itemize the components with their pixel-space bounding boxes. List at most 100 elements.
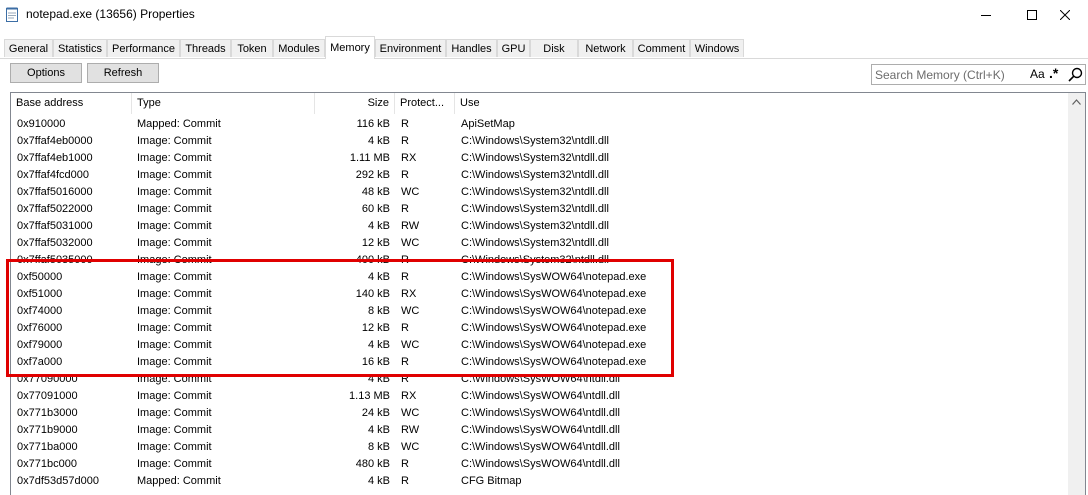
- table-row[interactable]: 0xf74000 Image: Commit 8 kB WC C:\Windows\Sy…: [11, 303, 1071, 320]
- type-cell: Image: Commit: [137, 152, 212, 164]
- table-row[interactable]: 0xf79000 Image: Commit 4 kB WC C:\Windows\Sy…: [11, 337, 1071, 354]
- tab-windows[interactable]: Windows: [690, 39, 744, 57]
- title-bar: notepad.exe (13656) Properties: [0, 0, 1088, 30]
- base-address-cell: 0x7ffaf4eb1000: [17, 152, 93, 164]
- tab-handles[interactable]: Handles: [446, 39, 497, 57]
- minimize-button[interactable]: [963, 0, 1009, 30]
- use-cell: C:\Windows\SysWOW64\ntdll.dll: [461, 424, 620, 436]
- protection-cell: RW: [401, 220, 420, 232]
- use-cell: C:\Windows\SysWOW64\ntdll.dll: [461, 441, 620, 453]
- base-address-cell: 0x910000: [17, 118, 66, 130]
- column-base-address[interactable]: Base address: [11, 93, 132, 114]
- tab-threads[interactable]: Threads: [180, 39, 231, 57]
- protection-cell: R: [401, 271, 409, 283]
- tab-modules[interactable]: Modules: [273, 39, 325, 57]
- table-row[interactable]: 0x7ffaf4eb1000 Image: Commit 1.11 MB RX C:\W…: [11, 150, 1071, 167]
- table-row[interactable]: 0xf50000 Image: Commit 4 kB R C:\Windows\Sys…: [11, 269, 1071, 286]
- regex-toggle[interactable]: .*: [1049, 65, 1058, 81]
- table-row[interactable]: 0x771b3000 Image: Commit 24 kB WC C:\Windows…: [11, 405, 1071, 422]
- size-cell: 8 kB: [367, 305, 390, 317]
- protection-cell: WC: [401, 407, 420, 419]
- match-case-toggle[interactable]: Aa: [1030, 67, 1045, 81]
- tab-gpu[interactable]: GPU: [497, 39, 530, 57]
- use-cell: C:\Windows\SysWOW64\notepad.exe: [461, 288, 647, 300]
- size-cell: 4 kB: [367, 135, 390, 147]
- use-cell: C:\Windows\System32\ntdll.dll: [461, 237, 609, 249]
- type-cell: Image: Commit: [137, 441, 212, 453]
- scroll-up-button[interactable]: [1068, 93, 1085, 110]
- type-cell: Image: Commit: [137, 458, 212, 470]
- protection-cell: R: [401, 475, 409, 487]
- table-row[interactable]: 0xf76000 Image: Commit 12 kB R C:\Windows\Sy…: [11, 320, 1071, 337]
- type-cell: Image: Commit: [137, 186, 212, 198]
- table-row[interactable]: 0x7ffaf5032000 Image: Commit 12 kB WC C:\Win…: [11, 235, 1071, 252]
- size-cell: 4 kB: [367, 373, 390, 385]
- table-row[interactable]: 0x910000 Mapped: Commit 116 kB R ApiSetMap: [11, 116, 1071, 133]
- base-address-cell: 0x7ffaf5035000: [17, 254, 93, 266]
- table-row[interactable]: 0x771bc000 Image: Commit 480 kB R C:\Windows…: [11, 456, 1071, 473]
- type-cell: Image: Commit: [137, 203, 212, 215]
- table-row[interactable]: 0x7ffaf5031000 Image: Commit 4 kB RW C:\Wind…: [11, 218, 1071, 235]
- base-address-cell: 0x771bc000: [17, 458, 77, 470]
- protection-cell: WC: [401, 237, 420, 249]
- size-cell: 480 kB: [355, 458, 390, 470]
- table-row[interactable]: 0x7ffaf5022000 Image: Commit 60 kB R C:\Wind…: [11, 201, 1071, 218]
- tab-statistics[interactable]: Statistics: [53, 39, 107, 57]
- table-row[interactable]: 0xf7a000 Image: Commit 16 kB R C:\Windows\Sy…: [11, 354, 1071, 371]
- tab-comment[interactable]: Comment: [633, 39, 690, 57]
- tab-disk[interactable]: Disk: [530, 39, 578, 57]
- table-row[interactable]: 0x77091000 Image: Commit 1.13 MB RX C:\Windo…: [11, 388, 1071, 405]
- type-cell: Image: Commit: [137, 237, 212, 249]
- tab-performance[interactable]: Performance: [107, 39, 180, 57]
- table-row[interactable]: 0xf51000 Image: Commit 140 kB RX C:\Windows\…: [11, 286, 1071, 303]
- use-cell: C:\Windows\System32\ntdll.dll: [461, 152, 609, 164]
- column-protection[interactable]: Protect...: [395, 93, 455, 114]
- protection-cell: R: [401, 169, 409, 181]
- size-cell: 12 kB: [361, 322, 390, 334]
- tab-token[interactable]: Token: [231, 39, 273, 57]
- sort-indicator-icon: ⌃: [817, 92, 825, 97]
- table-row[interactable]: 0x7ffaf5016000 Image: Commit 48 kB WC C:\Win…: [11, 184, 1071, 201]
- base-address-cell: 0x771b3000: [17, 407, 78, 419]
- table-row[interactable]: 0x771b9000 Image: Commit 4 kB RW C:\Windows\…: [11, 422, 1071, 439]
- search-input[interactable]: Search Memory (Ctrl+K) Aa .*: [871, 64, 1086, 85]
- column-use[interactable]: Use: [455, 93, 1071, 114]
- table-row[interactable]: 0x7df53d57d000 Mapped: Commit 4 kB R CFG Bit…: [11, 473, 1071, 490]
- close-button[interactable]: [1042, 0, 1088, 30]
- protection-cell: WC: [401, 339, 420, 351]
- table-row[interactable]: 0x7ffaf4eb0000 Image: Commit 4 kB R C:\Windo…: [11, 133, 1071, 150]
- type-cell: Image: Commit: [137, 373, 212, 385]
- use-cell: C:\Windows\System32\ntdll.dll: [461, 220, 609, 232]
- use-cell: C:\Windows\SysWOW64\ntdll.dll: [461, 373, 620, 385]
- memory-list[interactable]: Base address Type Size Protect... Use ⌃ …: [10, 92, 1086, 495]
- use-cell: ApiSetMap: [461, 118, 515, 130]
- options-button[interactable]: Options: [10, 63, 82, 83]
- refresh-button[interactable]: Refresh: [87, 63, 159, 83]
- base-address-cell: 0x7df53d57d000: [17, 475, 99, 487]
- column-size[interactable]: Size: [315, 93, 395, 114]
- tab-environment[interactable]: Environment: [375, 39, 446, 57]
- vertical-scrollbar[interactable]: [1068, 93, 1085, 495]
- size-cell: 4 kB: [367, 475, 390, 487]
- search-icon[interactable]: [1068, 67, 1083, 82]
- tab-strip: General Statistics Performance Threads T…: [0, 36, 1088, 59]
- table-row[interactable]: 0x77090000 Image: Commit 4 kB R C:\Windows\S…: [11, 371, 1071, 388]
- size-cell: 400 kB: [355, 254, 390, 266]
- table-row[interactable]: 0x771ba000 Image: Commit 8 kB WC C:\Windows\…: [11, 439, 1071, 456]
- column-type[interactable]: Type: [132, 93, 315, 114]
- size-cell: 8 kB: [367, 441, 390, 453]
- protection-cell: R: [401, 118, 409, 130]
- type-cell: Image: Commit: [137, 135, 212, 147]
- protection-cell: R: [401, 135, 409, 147]
- use-cell: C:\Windows\System32\ntdll.dll: [461, 254, 609, 266]
- use-cell: C:\Windows\SysWOW64\ntdll.dll: [461, 390, 620, 402]
- use-cell: C:\Windows\System32\ntdll.dll: [461, 203, 609, 215]
- protection-cell: RX: [401, 288, 417, 300]
- tab-network[interactable]: Network: [578, 39, 633, 57]
- table-row[interactable]: 0x7ffaf5035000 Image: Commit 400 kB R C:\Win…: [11, 252, 1071, 269]
- table-row[interactable]: 0x7ffaf4fcd000 Image: Commit 292 kB R C:\Win…: [11, 167, 1071, 184]
- tab-memory[interactable]: Memory: [325, 36, 375, 59]
- tab-general[interactable]: General: [4, 39, 53, 57]
- protection-cell: RW: [401, 424, 420, 436]
- type-cell: Image: Commit: [137, 220, 212, 232]
